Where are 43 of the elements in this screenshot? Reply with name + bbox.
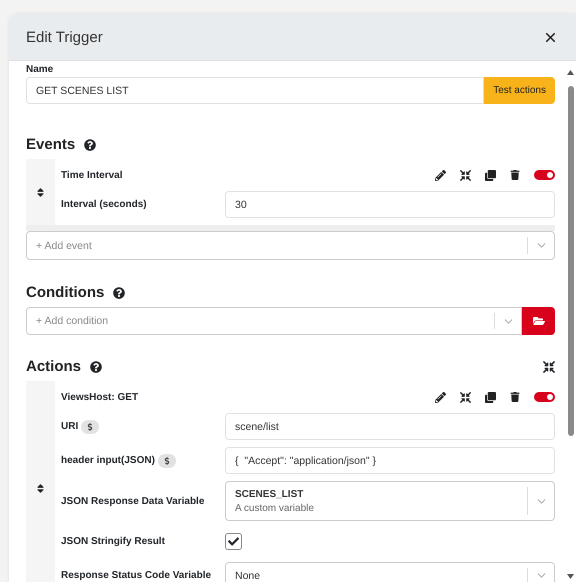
field-label: URI xyxy=(61,421,78,432)
field-label: JSON Response Data Variable xyxy=(61,496,204,506)
pencil-icon[interactable] xyxy=(435,392,446,402)
toggle-switch[interactable] xyxy=(534,170,555,180)
section-heading: Conditions xyxy=(26,284,104,301)
help-icon[interactable] xyxy=(90,360,102,372)
field-label: header input(JSON) xyxy=(61,455,155,466)
help-icon[interactable] xyxy=(84,138,96,150)
compress-icon[interactable] xyxy=(543,360,555,372)
field-label: Interval (seconds) xyxy=(61,199,147,210)
variable-select[interactable]: None xyxy=(225,562,555,582)
add-event-select[interactable]: + Add event xyxy=(26,231,555,260)
section-heading: Events xyxy=(26,136,76,153)
field-label: JSON Stringify Result xyxy=(61,536,165,547)
compress-icon[interactable] xyxy=(460,392,471,402)
folder-icon[interactable] xyxy=(522,307,555,335)
dollar-icon[interactable] xyxy=(158,454,176,468)
trash-icon[interactable] xyxy=(510,392,520,402)
field-label: Name xyxy=(26,64,54,75)
help-icon[interactable] xyxy=(113,286,126,298)
section-heading: Actions xyxy=(26,358,82,375)
pencil-icon[interactable] xyxy=(435,170,446,180)
item-title: Time Interval xyxy=(61,170,123,180)
test-actions-button[interactable]: Test actions xyxy=(484,77,555,104)
toggle-switch[interactable] xyxy=(534,392,555,402)
copy-icon[interactable] xyxy=(485,170,496,180)
add-condition-select[interactable]: + Add condition xyxy=(26,307,522,335)
text-field[interactable]: 30 xyxy=(225,191,555,218)
dialog-title: Edit Trigger xyxy=(26,28,103,46)
text-field[interactable]: scene/list xyxy=(225,413,555,440)
sort-icon[interactable] xyxy=(35,186,46,198)
check-icon xyxy=(228,536,239,547)
variable-select[interactable]: SCENES_LIST A custom variable xyxy=(225,481,555,521)
compress-icon[interactable] xyxy=(460,170,471,180)
field-label: Response Status Code Variable xyxy=(61,570,212,581)
copy-icon[interactable] xyxy=(485,392,496,402)
name-field[interactable]: GET SCENES LIST xyxy=(26,77,484,104)
dollar-icon[interactable] xyxy=(81,420,100,434)
text-field[interactable]: { "Accept": "application/json" } xyxy=(225,447,555,474)
sort-icon[interactable] xyxy=(35,483,46,494)
item-title: ViewsHost: GET xyxy=(61,392,138,402)
trash-icon[interactable] xyxy=(510,170,520,180)
checkbox[interactable] xyxy=(225,533,242,550)
